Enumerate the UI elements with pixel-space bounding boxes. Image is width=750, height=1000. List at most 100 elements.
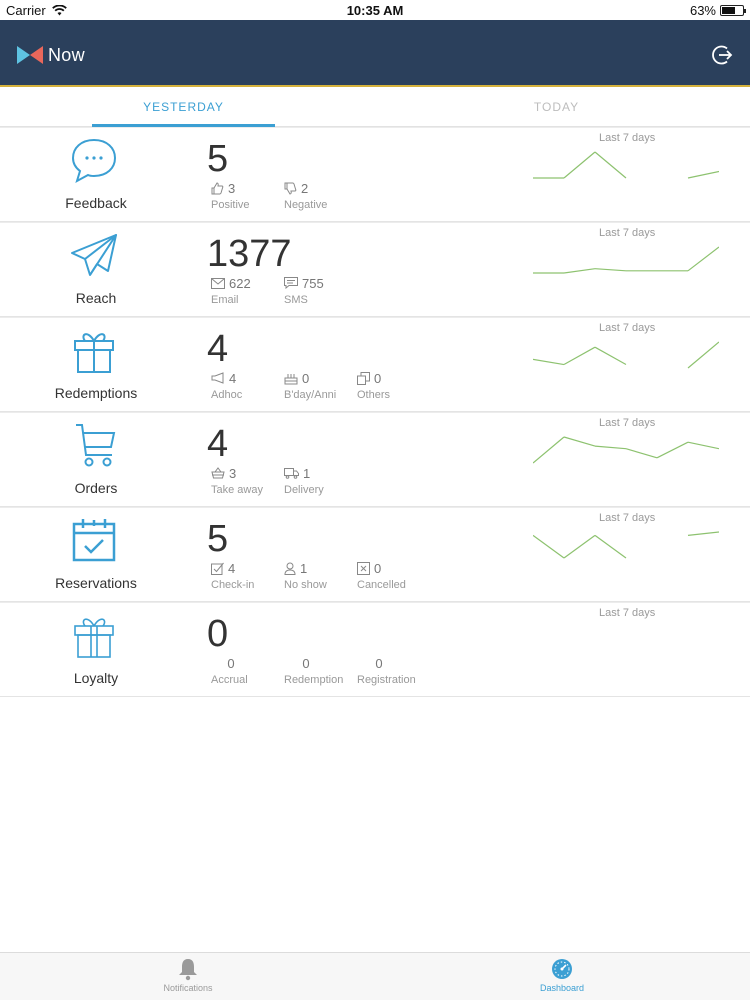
- sparkline-segment: [656, 441, 689, 459]
- metric-label: Check-in: [211, 579, 255, 591]
- sparkline-segment: [563, 534, 596, 559]
- bowtie-logo-icon: [17, 46, 43, 64]
- card-value: 4: [207, 423, 229, 465]
- metric-label: B'day/Anni: [284, 389, 337, 401]
- tab-yesterday[interactable]: YESTERDAY: [92, 89, 275, 127]
- sparkline-segment: [563, 151, 596, 179]
- tab-today[interactable]: TODAY: [465, 89, 648, 127]
- metric-label: Delivery: [284, 484, 324, 496]
- status-bar: Carrier 10:35 AM 63%: [0, 0, 750, 20]
- spark-title: Last 7 days: [599, 512, 656, 524]
- sparkline-segment: [687, 246, 719, 272]
- sparkline-segment: [594, 445, 627, 450]
- checkbox-icon: [211, 562, 224, 575]
- metric-label: SMS: [284, 294, 308, 306]
- sparkline-orders: [533, 436, 719, 464]
- metric-value: 755: [302, 275, 324, 291]
- metric-adhoc: 4 Adhoc: [211, 370, 283, 402]
- tabbar-label: Dashboard: [539, 983, 585, 993]
- card-reservations[interactable]: Reservations 5 4 Check-in 1 No show 0 Ca…: [0, 507, 750, 602]
- metric-value: 2: [301, 180, 309, 196]
- copy-icon: [357, 371, 370, 385]
- tabbar-label: Notifications: [163, 983, 213, 993]
- metric-value: 0: [374, 560, 382, 576]
- dashboard-gauge-icon: [552, 959, 572, 979]
- card-feedback[interactable]: Feedback 5 3 Positive 2 Negative Last 7 …: [0, 127, 750, 222]
- logout-icon: [712, 45, 733, 65]
- app-header: Now: [0, 20, 750, 87]
- card-redemptions[interactable]: Redemptions 4 4 Adhoc 0 B'day/Anni 0 Oth…: [0, 317, 750, 412]
- card-loyalty[interactable]: Loyalty 0 0 Accrual 0 Redemption 0 Regis…: [0, 602, 750, 697]
- sparkline-segment: [687, 341, 719, 369]
- metric-label: Redemption: [284, 674, 344, 686]
- metric-accrual: 0 Accrual: [211, 655, 283, 687]
- metric-label: No show: [284, 579, 327, 591]
- metric-label: Accrual: [211, 674, 248, 686]
- metric-redemption: 0 Redemption: [284, 655, 356, 687]
- sparkline-reservations: [533, 531, 719, 559]
- card-label: Feedback: [65, 195, 127, 211]
- sparkline-segment: [594, 534, 627, 559]
- metric-label: Adhoc: [211, 389, 243, 401]
- truck-icon: [284, 468, 299, 479]
- metric-value: 622: [229, 275, 251, 291]
- card-label: Orders: [74, 480, 118, 496]
- spark-title: Last 7 days: [599, 417, 656, 429]
- spark-title: Last 7 days: [599, 322, 656, 334]
- sparkline-segment: [594, 268, 627, 272]
- spark-title: Last 7 days: [599, 132, 656, 144]
- metric-no-show: 1 No show: [284, 560, 356, 592]
- tabbar-notifications[interactable]: Notifications: [128, 957, 248, 993]
- sparkline-segment: [687, 441, 719, 450]
- metric-value: 3: [229, 465, 237, 481]
- metric-check-in: 4 Check-in: [211, 560, 283, 591]
- tabbar-dashboard[interactable]: Dashboard: [502, 957, 622, 993]
- metric-registration: 0 Registration: [357, 655, 429, 687]
- person-icon: [284, 562, 296, 575]
- basket-icon: [211, 467, 225, 479]
- app-name: Now: [48, 44, 85, 65]
- metric-label: Others: [357, 389, 391, 401]
- card-label: Loyalty: [73, 670, 119, 686]
- cake-icon: [284, 373, 298, 384]
- chat-bubble-icon: [71, 138, 117, 184]
- metric-value: 4: [229, 370, 237, 386]
- card-label: Reservations: [55, 575, 137, 591]
- sparkline-segment: [533, 534, 565, 559]
- x-box-icon: [357, 561, 370, 575]
- metric-value: 1: [303, 465, 311, 481]
- metric-value: 3: [228, 180, 236, 196]
- sparkline-redemptions: [533, 341, 719, 369]
- logout-button[interactable]: [712, 44, 734, 66]
- paper-plane-icon: [71, 234, 117, 276]
- bell-icon: [179, 959, 197, 981]
- metric-email: 622 Email: [211, 275, 283, 306]
- sparkline-segment: [533, 436, 565, 464]
- megaphone-icon: [211, 372, 224, 384]
- metric-value: 0: [302, 655, 310, 671]
- sparkline-segment: [533, 358, 565, 366]
- envelope-icon: [211, 277, 225, 289]
- metric-others: 0 Others: [357, 370, 429, 401]
- card-value: 1377: [207, 233, 292, 275]
- metric-label: Take away: [211, 484, 263, 496]
- card-reach[interactable]: Reach 1377 622 Email 755 SMS Last 7 days: [0, 222, 750, 317]
- calendar-check-icon: [72, 519, 116, 562]
- period-tabs: YESTERDAY TODAY: [0, 89, 750, 127]
- card-label: Reach: [75, 290, 117, 306]
- card-value: 0: [207, 613, 229, 655]
- bottom-tab-bar: Notifications Dashboard: [0, 952, 750, 1000]
- card-value: 5: [207, 138, 229, 180]
- metric-cancelled: 0 Cancelled: [357, 560, 429, 591]
- metric-value: 0: [227, 655, 235, 671]
- spark-title: Last 7 days: [599, 227, 656, 239]
- card-label: Redemptions: [54, 385, 138, 401]
- metric-value: 4: [228, 560, 236, 576]
- card-orders[interactable]: Orders 4 3 Take away 1 Delivery Last 7 d…: [0, 412, 750, 507]
- sparkline-segment: [563, 436, 596, 447]
- metric-value: 0: [375, 655, 383, 671]
- sparkline-segment: [625, 448, 658, 459]
- metric-value: 0: [302, 370, 310, 386]
- spark-title: Last 7 days: [599, 607, 656, 619]
- sparkline-segment: [687, 170, 719, 179]
